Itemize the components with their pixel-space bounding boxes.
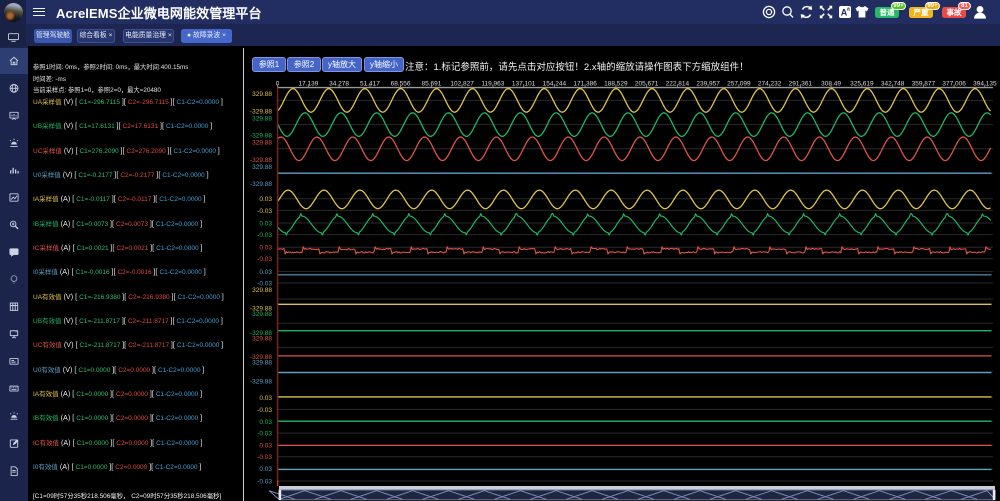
svg-text:0.03: 0.03 — [259, 466, 272, 473]
svg-text:0.03: 0.03 — [259, 419, 272, 426]
svg-text:-0.03: -0.03 — [257, 431, 272, 438]
svg-text:-329.88: -329.88 — [250, 133, 272, 140]
svg-text:-0.03: -0.03 — [257, 256, 272, 263]
svg-text:329.88: 329.88 — [252, 287, 272, 294]
svg-text:329.88: 329.88 — [252, 115, 272, 122]
svg-text:-0.03: -0.03 — [257, 232, 272, 239]
svg-text:329.88: 329.88 — [252, 311, 272, 318]
svg-text:0.03: 0.03 — [259, 245, 272, 252]
svg-text:329.88: 329.88 — [252, 335, 272, 342]
svg-text:0.03: 0.03 — [259, 269, 272, 276]
svg-text:-329.88: -329.88 — [250, 157, 272, 164]
svg-text:-0.03: -0.03 — [257, 454, 272, 461]
svg-text:-329.88: -329.88 — [250, 108, 272, 115]
svg-text:329.88: 329.88 — [252, 91, 272, 98]
svg-text:329.88: 329.88 — [252, 360, 272, 367]
svg-text:0.03: 0.03 — [259, 395, 272, 402]
svg-text:-0.03: -0.03 — [257, 407, 272, 414]
svg-text:0.03: 0.03 — [259, 443, 272, 450]
svg-text:-329.88: -329.88 — [250, 378, 272, 385]
svg-text:a: a — [847, 7, 850, 13]
svg-text:329.88: 329.88 — [252, 140, 272, 147]
svg-text:-329.88: -329.88 — [250, 181, 272, 188]
svg-text:-0.03: -0.03 — [257, 208, 272, 215]
svg-text:0.03: 0.03 — [259, 220, 272, 227]
svg-text:329.88: 329.88 — [252, 164, 272, 171]
svg-text:0.03: 0.03 — [259, 196, 272, 203]
svg-text:-0.03: -0.03 — [257, 478, 272, 485]
